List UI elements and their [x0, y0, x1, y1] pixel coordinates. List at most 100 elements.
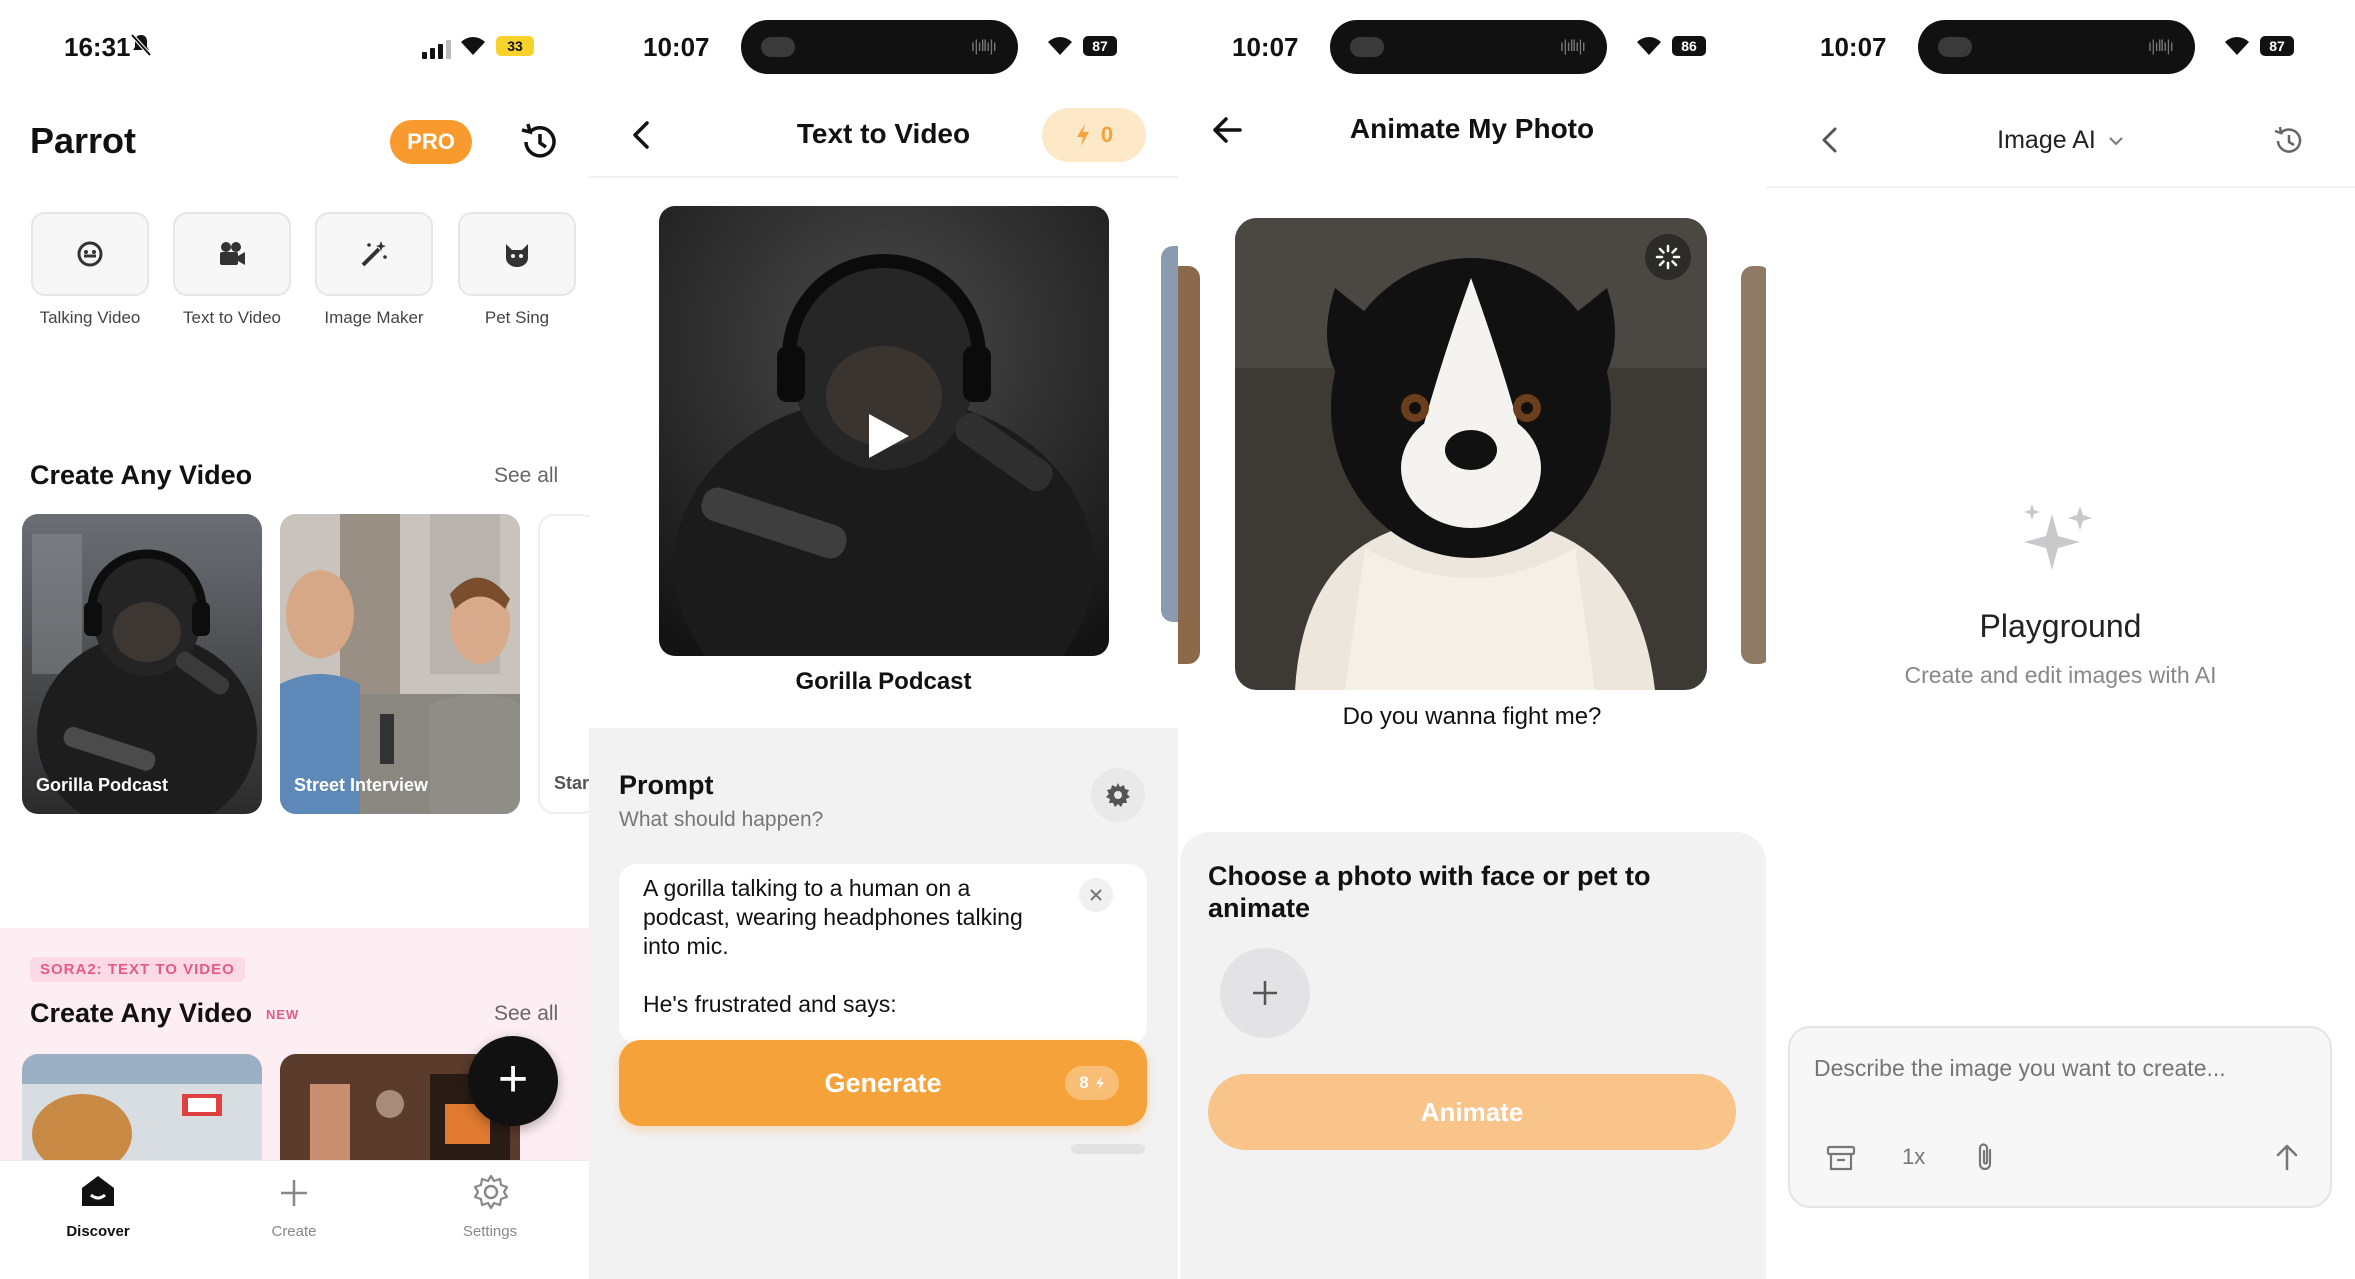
next-card-peek[interactable] [1161, 246, 1178, 622]
battery-indicator: 33 [496, 36, 534, 56]
sora-card-1[interactable] [22, 1054, 262, 1164]
next-card-peek[interactable] [1741, 266, 1766, 664]
status-time: 16:31 [64, 32, 131, 62]
template-card-partial[interactable]: Star [538, 514, 589, 814]
tab-discover[interactable]: Discover [38, 1167, 158, 1247]
add-photo-button[interactable] [1220, 948, 1310, 1038]
lightning-icon [1095, 1076, 1104, 1090]
prompt-line: podcast, wearing headphones talking [643, 904, 1023, 930]
model-selector[interactable]: Image AI [1766, 126, 2355, 155]
model-name: Image AI [1997, 126, 2096, 154]
battery-indicator: 87 [1083, 36, 1117, 56]
feature-image-maker[interactable] [315, 212, 433, 296]
wifi-icon [2225, 37, 2249, 55]
status-time: 10:07 [643, 32, 710, 62]
close-icon [1090, 889, 1102, 901]
magic-wand-icon [361, 241, 387, 267]
history-icon[interactable] [518, 122, 560, 162]
feature-label: Pet Sing [484, 308, 550, 327]
history-icon[interactable] [2272, 124, 2306, 158]
archive-icon[interactable] [1826, 1144, 1856, 1172]
battery-indicator: 86 [1672, 36, 1706, 56]
featured-caption: Gorilla Podcast [795, 668, 972, 695]
tab-label: Create [271, 1223, 317, 1240]
prompt-composer: 1x [1788, 1026, 2332, 1208]
template-card-gorilla[interactable]: Gorilla Podcast [22, 514, 262, 814]
dynamic-island: ı|ıllı|ı [1918, 20, 2195, 74]
choose-line: Choose a photo with face or pet to [1208, 861, 1651, 891]
pro-button[interactable]: PRO [390, 120, 472, 164]
feature-label: Talking Video [39, 308, 141, 327]
section-title: Create Any Video [30, 460, 253, 490]
generate-button[interactable]: Generate 8 [619, 1040, 1147, 1126]
prompt-input[interactable]: A gorilla talking to a human on a podcas… [619, 864, 1147, 1044]
dog-photo [1235, 218, 1707, 690]
wifi-icon [461, 37, 485, 55]
choose-heading: Choose a photo with face or pet to anima… [1208, 860, 1651, 924]
credits-count: 0 [1100, 122, 1114, 147]
zoom-toggle[interactable]: 1x [1902, 1144, 1925, 1170]
image-prompt-input[interactable] [1814, 1048, 2304, 1088]
lightning-icon [1076, 124, 1089, 146]
status-time: 10:07 [1820, 32, 1887, 62]
prev-card-peek[interactable] [1178, 266, 1200, 664]
screen-animate-photo: 10:07 ı|ıllı|ı 86 Animate My Photo Do yo… [1178, 0, 1766, 1279]
spinner-icon [1655, 244, 1681, 270]
gear-icon [1106, 783, 1130, 807]
plus-icon [1253, 981, 1277, 1005]
generate-cost: 8 [1079, 1073, 1089, 1092]
plus-icon [281, 1180, 307, 1206]
cat-icon [506, 244, 528, 267]
card-label: Street Interview [294, 775, 429, 795]
prompt-line: into mic. [643, 933, 729, 959]
card-label: Gorilla Podcast [36, 775, 169, 795]
screen-discover: 16:31 33 Parrot PRO Talking Video Text t… [0, 0, 589, 1279]
tab-bar: Discover Create Settings [0, 1160, 589, 1279]
store-thumbnail [22, 1054, 262, 1164]
prompt-line: A gorilla talking to a human on a [643, 875, 971, 901]
choose-panel: Choose a photo with face or pet to anima… [1180, 832, 1766, 1279]
create-fab[interactable]: + [468, 1036, 558, 1126]
send-arrow-icon[interactable] [2274, 1142, 2300, 1172]
generate-cost-badge: 8 [1065, 1066, 1119, 1100]
divider [1766, 186, 2355, 188]
divider [589, 176, 1178, 178]
tab-settings[interactable]: Settings [430, 1167, 550, 1247]
face-icon [77, 241, 103, 267]
battery-indicator: 87 [2260, 36, 2294, 56]
clear-prompt-button[interactable] [1079, 878, 1113, 912]
dynamic-island: ı|ıllı|ı [1330, 20, 1607, 74]
see-all-link[interactable]: See all [494, 464, 558, 488]
silent-bell-icon [130, 33, 152, 57]
feature-pet-sing[interactable] [458, 212, 576, 296]
home-icon [82, 1176, 114, 1206]
featured-video[interactable] [659, 206, 1109, 656]
template-card-street[interactable]: Street Interview [280, 514, 520, 814]
prompt-settings-button[interactable] [1091, 768, 1145, 822]
gear-icon [473, 1174, 509, 1210]
credits-badge[interactable]: 0 [1042, 108, 1146, 162]
photo-caption: Do you wanna fight me? [1342, 703, 1602, 730]
video-camera-icon [220, 242, 245, 265]
dynamic-island: ı|ıllı|ı [741, 20, 1018, 74]
tab-label: Discover [66, 1223, 130, 1240]
scroll-indicator [1071, 1144, 1145, 1154]
photo-preview[interactable] [1235, 218, 1707, 690]
paperclip-icon[interactable] [1974, 1140, 1996, 1174]
signal-icon [422, 40, 451, 59]
status-time: 10:07 [1232, 32, 1299, 62]
sparkles-icon [2024, 504, 2092, 570]
prompt-subtitle: What should happen? [619, 808, 824, 831]
choose-line: animate [1208, 893, 1311, 923]
street-interview-thumbnail [280, 514, 520, 814]
tab-create[interactable]: Create [234, 1167, 354, 1247]
feature-text-to-video[interactable] [173, 212, 291, 296]
animate-button[interactable]: Animate [1208, 1074, 1736, 1150]
feature-talking-video[interactable] [31, 212, 149, 296]
see-all-link[interactable]: See all [494, 1002, 558, 1026]
prompt-line: He's frustrated and says: [643, 991, 897, 1017]
sora-tag: SORA2: TEXT TO VIDEO [30, 957, 245, 982]
prompt-text[interactable]: A gorilla talking to a human on a podcas… [643, 874, 1023, 1019]
new-badge: NEW [266, 1007, 300, 1022]
empty-state-subtitle: Create and edit images with AI [1904, 662, 2217, 688]
